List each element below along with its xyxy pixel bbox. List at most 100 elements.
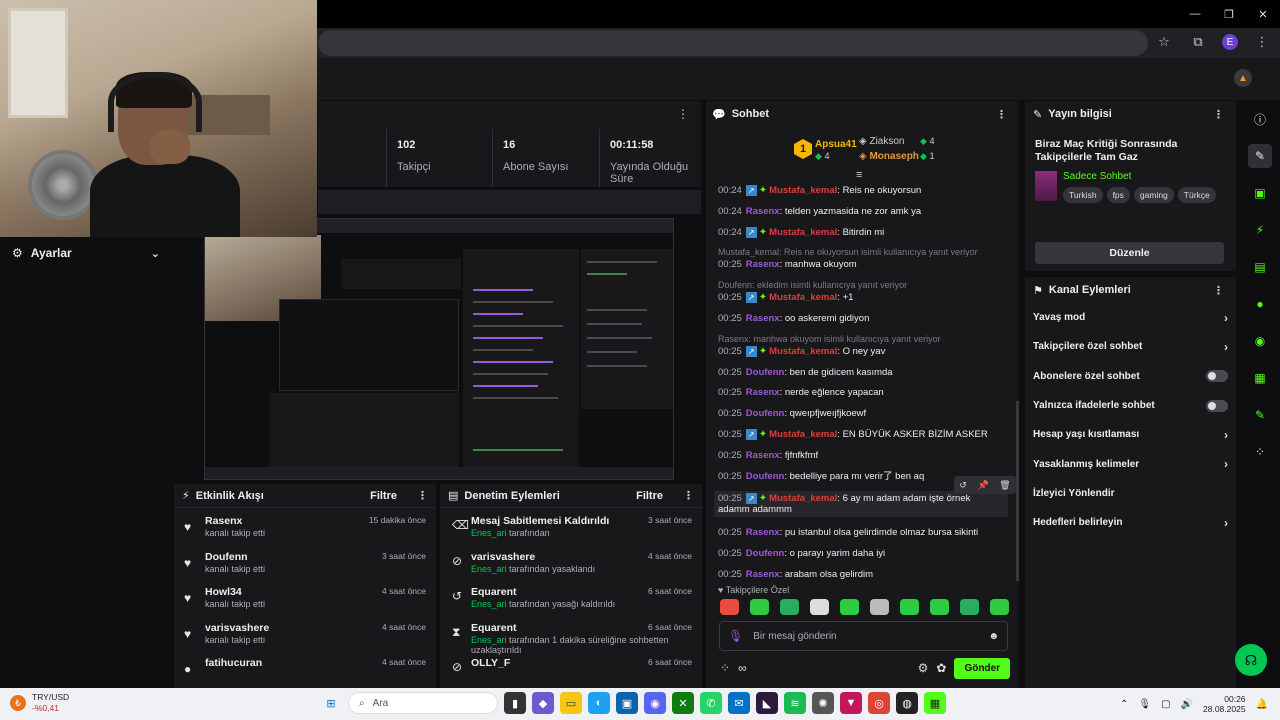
list-item[interactable]: ♥ Rasenx kanalı takip etti 15 dakika önc…: [174, 508, 436, 544]
profile-avatar[interactable]: E: [1222, 34, 1238, 50]
file-explorer-icon[interactable]: ▭: [560, 692, 582, 714]
copilot-icon[interactable]: ◆: [532, 692, 554, 714]
address-bar[interactable]: [318, 30, 1148, 56]
emote-icon[interactable]: [840, 599, 859, 615]
bookmark-star-icon[interactable]: ☆: [1154, 32, 1174, 52]
list-item[interactable]: ♥ Doufenn kanalı takip etti 3 saat önce: [174, 544, 436, 580]
taskbar-search[interactable]: ⌕ Ara: [348, 692, 498, 714]
list-item[interactable]: ⊘ varisvashere Enes_ari tarafından yasak…: [440, 544, 702, 580]
whatsapp-icon[interactable]: ✆: [700, 692, 722, 714]
filter-button[interactable]: Filtre: [636, 490, 663, 502]
banned-words-row[interactable]: Yasaklanmış kelimeler ›: [1025, 449, 1236, 478]
leader-name[interactable]: ◈ Ziakson: [859, 136, 904, 147]
chat-message[interactable]: 00:25 Rasenx: pu istanbul olsa gelirdimde…: [718, 527, 1008, 538]
goals-row[interactable]: Hedefleri belirleyin ›: [1025, 508, 1236, 537]
list-item[interactable]: ↺ Equarent Enes_ari tarafından yasağı ka…: [440, 579, 702, 615]
chat-message[interactable]: 00:25 Rasenx: nerde eğlence yapacan: [718, 387, 1008, 398]
dots-icon[interactable]: ⁘: [720, 661, 730, 675]
chat-message[interactable]: 00:24 ↗ ✦ Mustafa_kemal: Reis ne okuyorsun: [718, 185, 1008, 196]
emote-icon[interactable]: [720, 599, 739, 615]
collapse-icon[interactable]: ≡: [856, 169, 862, 181]
dots-icon[interactable]: ⁘: [1248, 440, 1272, 464]
infinity-icon[interactable]: ∞: [738, 661, 747, 675]
close-icon[interactable]: ✕: [1246, 0, 1280, 28]
emote-icon[interactable]: [990, 599, 1009, 615]
tag[interactable]: Türkçe: [1177, 187, 1216, 203]
spotify-icon[interactable]: ≋: [784, 692, 806, 714]
tag[interactable]: fps: [1106, 187, 1130, 203]
chat-message[interactable]: 00:25 Rasenx: oo askeremi gidiyon: [718, 313, 1008, 324]
leader-name[interactable]: ◈ Monaseph: [859, 151, 919, 162]
chat-icon[interactable]: ●: [1248, 292, 1272, 316]
support-button[interactable]: ☊: [1235, 644, 1267, 676]
kebab-menu-icon[interactable]: ⋮: [1213, 108, 1228, 121]
followers-chat-row[interactable]: Takipçilere özel sohbet ›: [1025, 332, 1236, 361]
chat-input[interactable]: 🎙 Bir mesaj gönderin ☻: [719, 621, 1008, 651]
reply-icon[interactable]: ↺: [959, 480, 967, 491]
raid-row[interactable]: İzleyici Yönlendir: [1025, 479, 1236, 508]
slow-mode-row[interactable]: Yavaş mod ›: [1025, 303, 1236, 332]
outlook-icon[interactable]: ✉: [728, 692, 750, 714]
emote-icon[interactable]: [780, 599, 799, 615]
kebab-menu-icon[interactable]: ⋮: [417, 489, 428, 502]
wrench-icon[interactable]: ✎: [1248, 403, 1272, 427]
chat-message[interactable]: 00:25 Rasenx: arabam olsa gelirdim: [718, 569, 1008, 580]
chat-message[interactable]: 00:24 ↗ ✦ Mustafa_kemal: Bitirdin mi: [718, 226, 1008, 238]
extensions-icon[interactable]: ⧉: [1188, 32, 1208, 52]
clock[interactable]: 00:26 28.08.2025: [1203, 694, 1246, 714]
subscriber-chat-toggle[interactable]: [1206, 370, 1228, 383]
category-link[interactable]: Sadece Sohbet: [1063, 171, 1131, 182]
app-icon[interactable]: ✺: [812, 692, 834, 714]
list-item[interactable]: ♥ Howl34 kanalı takip etti 4 saat önce: [174, 579, 436, 615]
pencil-icon[interactable]: ✎: [1248, 144, 1272, 168]
gift-icon[interactable]: ✿: [936, 661, 946, 675]
gear-icon[interactable]: ⚙: [918, 661, 929, 675]
edit-button[interactable]: Düzenle: [1035, 242, 1224, 264]
kebab-menu-icon[interactable]: ⋮: [1213, 284, 1228, 297]
emote-only-toggle[interactable]: [1206, 399, 1228, 412]
chat-message[interactable]: 00:25 ↗ ✦ Mustafa_kemal: EN BÜYÜK ASKER BİZ…: [718, 429, 1008, 440]
list-item[interactable]: ● fatihucuran 4 saat önce: [174, 650, 436, 686]
windows-start-icon[interactable]: ⊞: [320, 692, 342, 714]
ticker-widget[interactable]: ₺ TRY/USD -%0,41: [10, 692, 69, 714]
emote-icon[interactable]: [750, 599, 769, 615]
emote-icon[interactable]: [870, 599, 889, 615]
microphone-icon[interactable]: 🎙: [728, 629, 743, 643]
bolt-icon[interactable]: ⚡: [1248, 218, 1272, 242]
layout-icon[interactable]: ▦: [1248, 366, 1272, 390]
chevron-up-icon[interactable]: ⌃: [1120, 699, 1128, 710]
kebab-menu-icon[interactable]: ⋮: [996, 108, 1013, 121]
discord-icon[interactable]: ◉: [644, 692, 666, 714]
leader-name[interactable]: Apsua41: [815, 139, 857, 150]
edge-icon[interactable]: ◐: [588, 692, 610, 714]
chat-scrollbar[interactable]: [1016, 401, 1019, 581]
chat-message[interactable]: 00:25 Doufenn: o parayı yarim daha iyi: [718, 548, 1008, 559]
browser-menu-icon[interactable]: ⋮: [1252, 32, 1272, 52]
kebab-menu-icon[interactable]: ⋮: [683, 489, 694, 502]
delete-icon[interactable]: 🗑: [999, 480, 1010, 491]
chat-message[interactable]: 00:25 Rasenx: fjfnfkfmf: [718, 450, 1008, 461]
maximize-icon[interactable]: ❐: [1212, 0, 1246, 28]
emote-icon[interactable]: [810, 599, 829, 615]
notifications-icon[interactable]: 🔔: [1256, 699, 1268, 710]
screen-icon[interactable]: ▣: [1248, 181, 1272, 205]
emoji-icon[interactable]: ☻: [988, 631, 999, 642]
volume-icon[interactable]: 🔊: [1181, 699, 1193, 710]
chat-message[interactable]: 00:25 Rasenx: manhwa okuyom: [718, 259, 1008, 270]
list-item[interactable]: ♥ varisvashere kanalı takip etti 4 saat …: [174, 615, 436, 651]
kebab-menu-icon[interactable]: ⋮: [677, 107, 689, 121]
chrome-icon[interactable]: ◎: [868, 692, 890, 714]
settings-toggle[interactable]: ⚙ Ayarlar ⌄: [0, 241, 172, 265]
editor-icon[interactable]: ◣: [756, 692, 778, 714]
minimize-icon[interactable]: —: [1178, 0, 1212, 28]
mic-icon[interactable]: 🎙: [1138, 699, 1151, 710]
document-icon[interactable]: ▤: [1248, 255, 1272, 279]
list-item[interactable]: ⊘ OLLY_F 6 saat önce: [440, 650, 702, 686]
emote-icon[interactable]: [900, 599, 919, 615]
account-age-row[interactable]: Hesap yaşı kısıtlaması ›: [1025, 420, 1236, 449]
task-view-icon[interactable]: ▮: [504, 692, 526, 714]
broadcast-icon[interactable]: ◉: [1248, 329, 1272, 353]
kick-icon[interactable]: ▦: [924, 692, 946, 714]
emote-icon[interactable]: [960, 599, 979, 615]
send-button[interactable]: Gönder: [954, 657, 1010, 679]
